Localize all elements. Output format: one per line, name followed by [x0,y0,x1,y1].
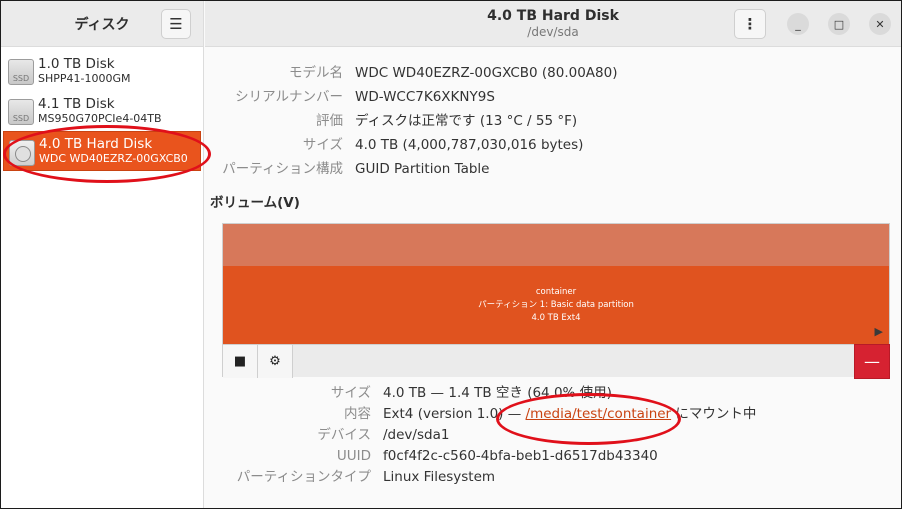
detail-value: Ext4 (version 1.0) — /media/test/contain… [383,404,756,425]
close-icon: ✕ [875,17,885,31]
prop-value: WD-WCC7K6XKNY9S [355,89,495,105]
prop-value: WDC WD40EZRZ-00GXCB0 (80.00A80) [355,65,618,81]
partition-1-block[interactable]: container パーティション 1: Basic data partitio… [223,266,889,344]
prop-label: パーティション構成 [222,161,343,177]
partition-size-type: 4.0 TB Ext4 [531,312,581,323]
detail-value: /dev/sda1 [383,427,450,443]
partition-options-button[interactable]: ⚙ [258,345,293,378]
volume-map: container パーティション 1: Basic data partitio… [222,223,890,379]
detail-label: サイズ [330,385,371,401]
page-title: 4.0 TB Hard Disk [487,7,619,24]
content-prefix: Ext4 (version 1.0) — [383,406,526,422]
stop-icon: ■ [233,354,247,369]
partition-description: パーティション 1: Basic data partition [478,299,634,310]
maximize-icon: □ [833,17,845,31]
prop-label: 評価 [316,113,343,129]
detail-value: 4.0 TB — 1.4 TB 空き (64.0% 使用) [383,385,612,401]
volume-toolbar: ■ ⚙ — [223,344,890,379]
drive-options-button[interactable]: ⋮ [734,9,766,39]
detail-label: 内容 [344,406,371,422]
sidebar-header: ディスク ☰ [1,1,203,47]
disks-window: ディスク ☰ SSD 1.0 TB Disk SHPP41-1000GM SSD… [0,0,902,509]
prop-value: ディスクは正常です (13 °C / 55 °F) [355,113,578,129]
ssd-icon: SSD [8,59,34,85]
sidebar-title: ディスク [74,16,130,33]
partition-container-name: container [535,286,577,297]
prop-label: サイズ [302,137,343,153]
prop-value: GUID Partition Table [355,161,490,177]
mount-point-link[interactable]: /media/test/container [526,406,672,422]
volumes-heading: ボリューム(V) [210,195,300,211]
detail-label: UUID [336,448,371,464]
minimize-icon: _ [795,17,801,31]
main-header: 4.0 TB Hard Disk /dev/sda ⋮ _ □ ✕ [205,1,901,47]
hdd-icon [9,140,35,166]
hamburger-icon: ☰ [169,15,183,33]
kebab-menu-icon: ⋮ [742,15,758,33]
maximize-button[interactable]: □ [828,13,850,35]
play-arrow-icon: ▶ [874,325,883,338]
close-button[interactable]: ✕ [869,13,891,35]
page-subtitle: /dev/sda [527,24,579,39]
hamburger-menu-button[interactable]: ☰ [161,9,191,39]
prop-value: 4.0 TB (4,000,787,030,016 bytes) [355,137,584,153]
prop-label: シリアルナンバー [235,89,343,105]
detail-value: Linux Filesystem [383,469,496,485]
prop-label: モデル名 [289,65,343,81]
delete-partition-button[interactable]: — [854,344,890,379]
minus-icon: — [864,352,880,371]
gear-icon: ⚙ [269,354,281,369]
detail-value: f0cf4f2c-c560-4bfa-beb1-d6517db43340 [383,448,658,464]
content-suffix: にマウント中 [671,406,757,422]
detail-label: デバイス [317,427,371,443]
unmount-button[interactable]: ■ [223,345,258,378]
ssd-icon: SSD [8,99,34,125]
volume-container-bar[interactable] [223,224,889,266]
main-panel: 4.0 TB Hard Disk /dev/sda ⋮ _ □ ✕ モデル名 W… [205,1,901,508]
detail-label: パーティションタイプ [236,469,371,485]
minimize-button[interactable]: _ [787,13,809,35]
